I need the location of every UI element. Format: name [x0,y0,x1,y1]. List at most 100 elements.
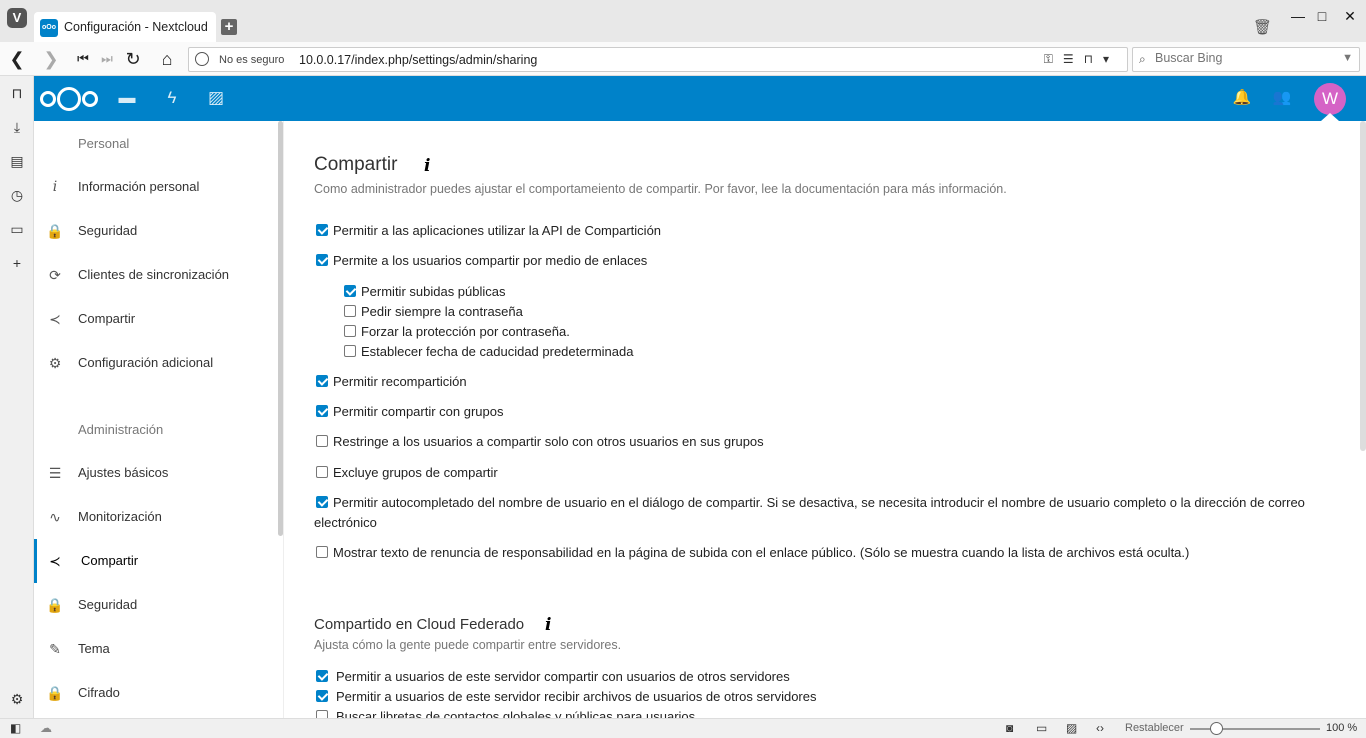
nav-item-additional-settings[interactable]: ⚙ Configuración adicional [34,341,278,385]
sharing-docs-info-icon[interactable]: i [424,156,430,176]
add-web-panel-icon[interactable]: + [8,254,26,272]
downloads-panel-icon[interactable]: ⤓ [8,118,26,136]
notes-panel-icon[interactable]: ▤ [8,152,26,170]
user-avatar[interactable]: W [1314,83,1346,115]
nav-item-personal-security[interactable]: 🔒 Seguridad [34,209,278,253]
option-enforce-password[interactable]: Forzar la protección por contraseña. [344,322,570,342]
url-action-icons[interactable]: ⚿☰⊓▾ [1044,52,1119,67]
page-actions-code-icon[interactable]: ‹› [1096,721,1104,735]
nav-item-admin-sharing[interactable]: ≺ Compartir [34,539,278,583]
search-engine-dropdown-icon[interactable]: ▼ [1342,52,1353,64]
nav-item-monitoring[interactable]: ∿ Monitorización [34,495,278,539]
option-federated-outgoing[interactable]: Permitir a usuarios de este servidor com… [316,667,790,687]
checkbox[interactable] [344,345,356,357]
share-icon: ≺ [49,311,61,327]
checkbox[interactable] [316,670,328,682]
tiling-icon[interactable]: ▭ [1036,721,1047,735]
option-federated-lookup[interactable]: Buscar libretas de contactos globales y … [316,707,695,718]
checkbox[interactable] [316,375,328,387]
home-button[interactable]: ⌂ [156,48,178,70]
checkbox[interactable] [316,710,328,718]
checkbox[interactable] [316,224,328,236]
maximize-button[interactable]: □ [1312,6,1332,26]
lock-icon: 🔒 [46,685,64,701]
nav-heading-personal: Personal [78,136,130,151]
federated-docs-info-icon[interactable]: i [545,615,551,635]
nav-item-personal-info[interactable]: i Información personal [34,165,278,209]
files-app-folder-icon[interactable]: ▬ [116,87,138,109]
tab-title: Configuración - Nextcloud [64,20,208,34]
main-scrollbar[interactable] [1360,121,1366,451]
reload-button[interactable]: ↻ [122,48,144,70]
checkbox[interactable] [316,254,328,266]
option-exclude-groups[interactable]: Excluye grupos de compartir [316,463,498,483]
option-default-expire-date[interactable]: Establecer fecha de caducidad predetermi… [344,342,633,362]
url-field[interactable]: No es seguro 10.0.0.17/index.php/setting… [188,47,1128,72]
history-panel-icon[interactable]: ◷ [8,186,26,204]
nav-scrollbar[interactable] [278,121,283,536]
zoom-reset-button[interactable]: Restablecer [1125,722,1184,734]
url-text[interactable]: 10.0.0.17/index.php/settings/admin/shari… [299,53,537,67]
images-toggle-icon[interactable]: ▨ [1066,721,1077,735]
nav-item-sync-clients[interactable]: ⟳ Clientes de sincronización [34,253,278,297]
option-allow-resharing[interactable]: Permitir recompartición [316,372,467,392]
minimize-button[interactable]: — [1288,6,1308,26]
panel-toggle-icon[interactable]: ◧ [10,721,21,735]
sync-cloud-icon[interactable]: ☁ [40,721,52,735]
option-allow-public-upload[interactable]: Permitir subidas públicas [344,282,506,302]
federated-section-title: Compartido en Cloud Federado [314,616,525,633]
checkbox[interactable] [316,405,328,417]
option-allow-group-sharing[interactable]: Permitir compartir con grupos [316,402,504,422]
trash-icon[interactable]: 🗑 [1253,18,1272,36]
zoom-slider-handle[interactable] [1210,722,1223,735]
search-field[interactable]: ⌕ ▼ [1132,47,1360,72]
checkbox[interactable] [316,690,328,702]
nav-item-admin-security[interactable]: 🔒 Seguridad [34,583,278,627]
notifications-bell-icon[interactable]: 🔔 [1231,87,1253,109]
browser-settings-gear-icon[interactable]: ⚙ [8,690,26,708]
checkbox[interactable] [316,435,328,447]
new-tab-button[interactable]: + [221,19,237,35]
option-only-share-with-group[interactable]: Restringe a los usuarios a compartir sol… [316,432,764,452]
vivaldi-menu-icon[interactable]: V [7,8,27,28]
gallery-app-image-icon[interactable]: ▨ [205,87,227,109]
option-public-link-disclaimer[interactable]: Mostrar texto de renuncia de responsabil… [316,543,1189,563]
brush-icon: ✎ [49,641,61,657]
window-panel-icon[interactable]: ▭ [8,220,26,238]
option-allow-share-api[interactable]: Permitir a las aplicaciones utilizar la … [316,221,661,241]
checkbox[interactable] [316,546,328,558]
forward-button[interactable]: ❯ [40,48,62,70]
checkbox[interactable] [344,285,356,297]
nav-item-personal-sharing[interactable]: ≺ Compartir [34,297,278,341]
sync-icon: ⟳ [49,267,61,283]
nav-item-theming[interactable]: ✎ Tema [34,627,278,671]
checkbox[interactable] [344,305,356,317]
option-allow-autocomplete[interactable]: Permitir autocompletado del nombre de us… [314,493,1324,533]
browser-tab-active[interactable]: oOo Configuración - Nextcloud [34,12,216,42]
contacts-icon[interactable]: 👥 [1271,87,1293,109]
option-federated-incoming[interactable]: Permitir a usuarios de este servidor rec… [316,687,816,707]
nextcloud-header: ▬ ϟ ▨ 🔔 👥 W [34,76,1366,121]
capture-camera-icon[interactable]: ◙ [1006,721,1013,735]
activity-app-bolt-icon[interactable]: ϟ [161,87,183,109]
nav-item-encryption[interactable]: 🔒 Cifrado [34,671,278,715]
browser-tab-bar: V oOo Configuración - Nextcloud + 🗑 — □ … [0,0,1366,42]
search-input[interactable] [1155,51,1335,65]
list-icon: ☰ [48,465,62,481]
bookmarks-panel-icon[interactable]: ⊓ [8,84,26,102]
site-info-globe-icon[interactable] [195,52,209,66]
main-content: Compartir i Como administrador puedes aj… [284,121,1366,718]
activity-icon: ∿ [49,509,61,525]
checkbox[interactable] [316,466,328,478]
back-button[interactable]: ❮ [6,48,28,70]
option-always-ask-password[interactable]: Pedir siempre la contraseña [344,302,523,322]
checkbox[interactable] [344,325,356,337]
nextcloud-logo-icon[interactable] [40,86,98,112]
close-window-button[interactable]: ✕ [1340,6,1360,26]
checkbox[interactable] [316,496,328,508]
fast-forward-button[interactable]: ⏭ [96,48,118,70]
rewind-button[interactable]: ⏮ [72,48,94,70]
nav-item-basic-settings[interactable]: ☰ Ajustes básicos [34,451,278,495]
option-allow-links[interactable]: Permite a los usuarios compartir por med… [316,251,647,271]
browser-address-bar: ❮ ❯ ⏮ ⏭ ↻ ⌂ No es seguro 10.0.0.17/index… [0,42,1366,76]
